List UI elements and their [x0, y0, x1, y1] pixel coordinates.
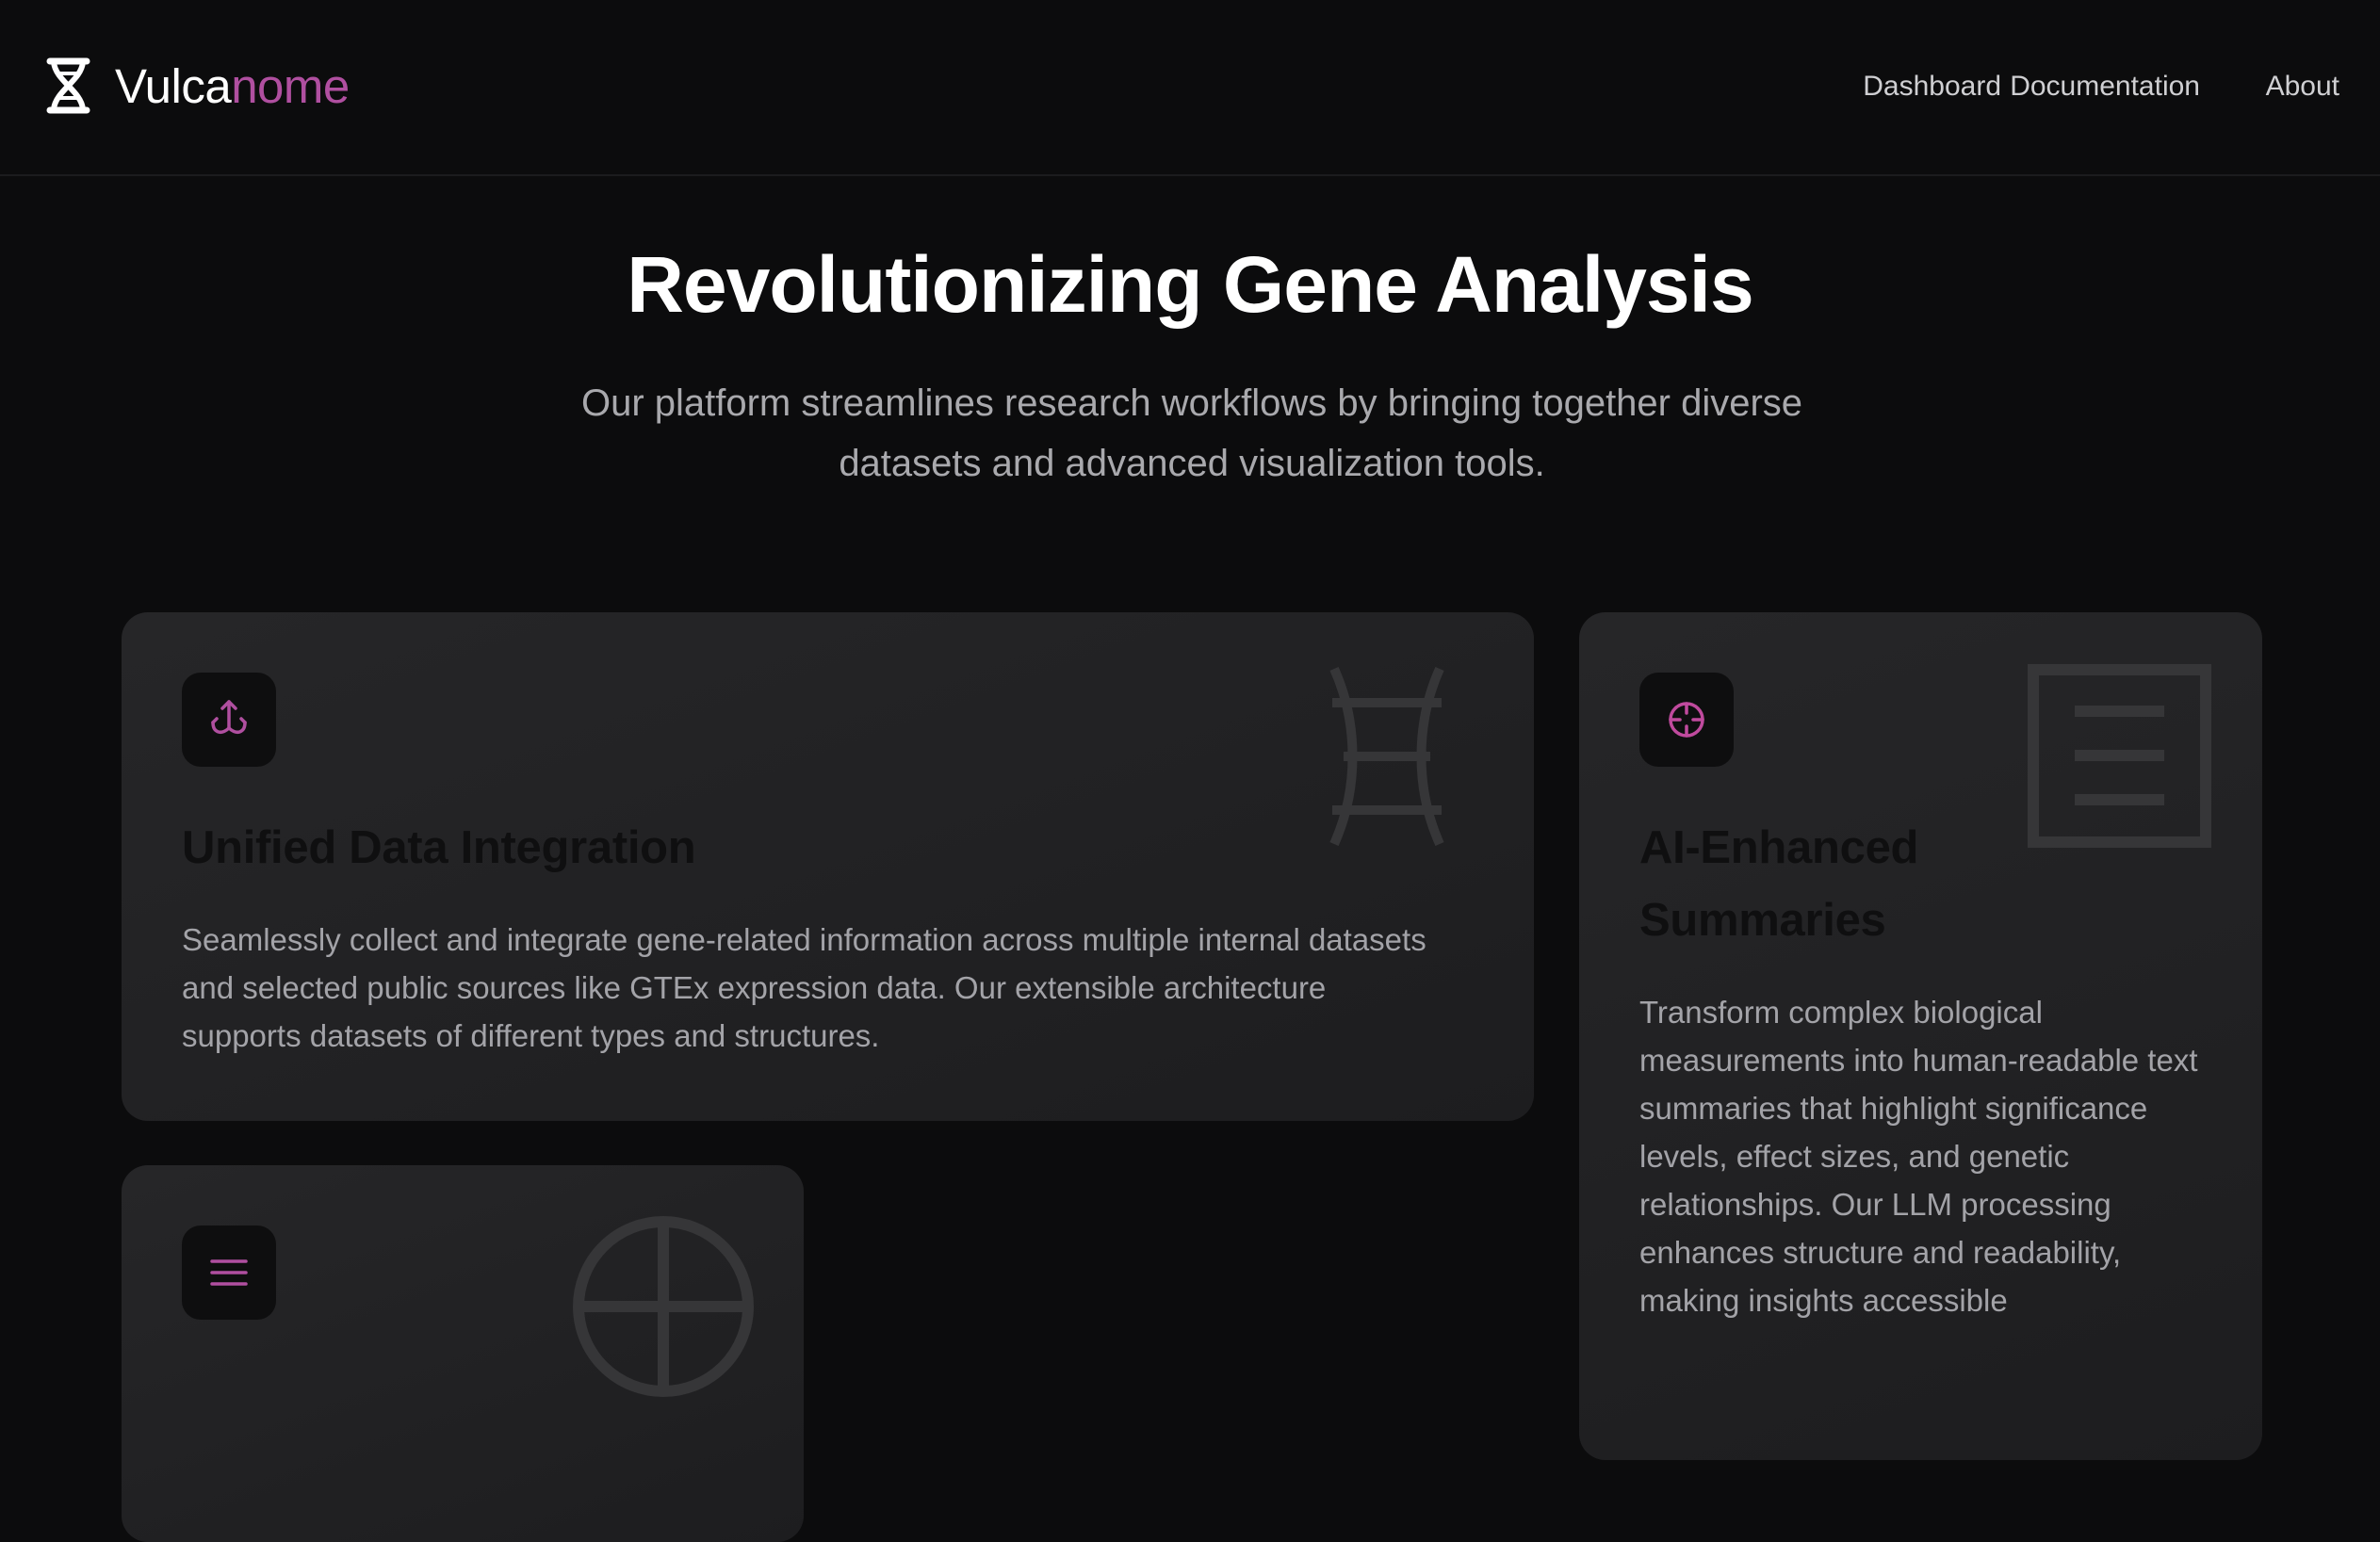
brand-name-part2: nome — [231, 58, 350, 113]
hero-subtitle: Our platform streamlines research workfl… — [580, 382, 1803, 484]
nav-link-about[interactable]: About — [2266, 68, 2339, 106]
feature-icon-box — [1639, 673, 1734, 767]
crosshair-icon — [1669, 702, 1704, 738]
feature-title: Unified Data Integration — [182, 822, 696, 873]
globe-outline-icon — [573, 1216, 754, 1397]
hero-title: Revolutionizing Gene Analysis — [627, 240, 1753, 329]
feature-icon-box — [182, 1225, 276, 1320]
brand-name: Vulcanome — [115, 62, 350, 110]
feature-card-data-integration: Unified Data Integration Seamlessly coll… — [122, 612, 1534, 1121]
feature-description: Seamlessly collect and integrate gene-re… — [182, 922, 1426, 1053]
nav-link-dashboard[interactable]: Dashboard — [1863, 68, 2001, 106]
top-navbar: Vulcanome Dashboard Documentation About — [0, 0, 2380, 176]
brand-logo-link[interactable]: Vulcanome — [42, 55, 350, 117]
download-merge-icon — [211, 700, 247, 734]
feature-card-third — [122, 1165, 804, 1542]
dna-helix-icon — [46, 57, 90, 114]
brand-name-part1: Vulca — [115, 58, 232, 113]
feature-title: AI-Enhanced Summaries — [1639, 822, 1919, 946]
menu-lines-icon — [210, 1259, 248, 1286]
feature-description: Transform complex biological measurement… — [1639, 995, 2198, 1318]
feature-card-ai-summaries: AI-Enhanced Summaries Transform complex … — [1579, 612, 2262, 1460]
feature-icon-box — [182, 673, 276, 767]
nav-link-documentation[interactable]: Documentation — [2010, 68, 2200, 106]
